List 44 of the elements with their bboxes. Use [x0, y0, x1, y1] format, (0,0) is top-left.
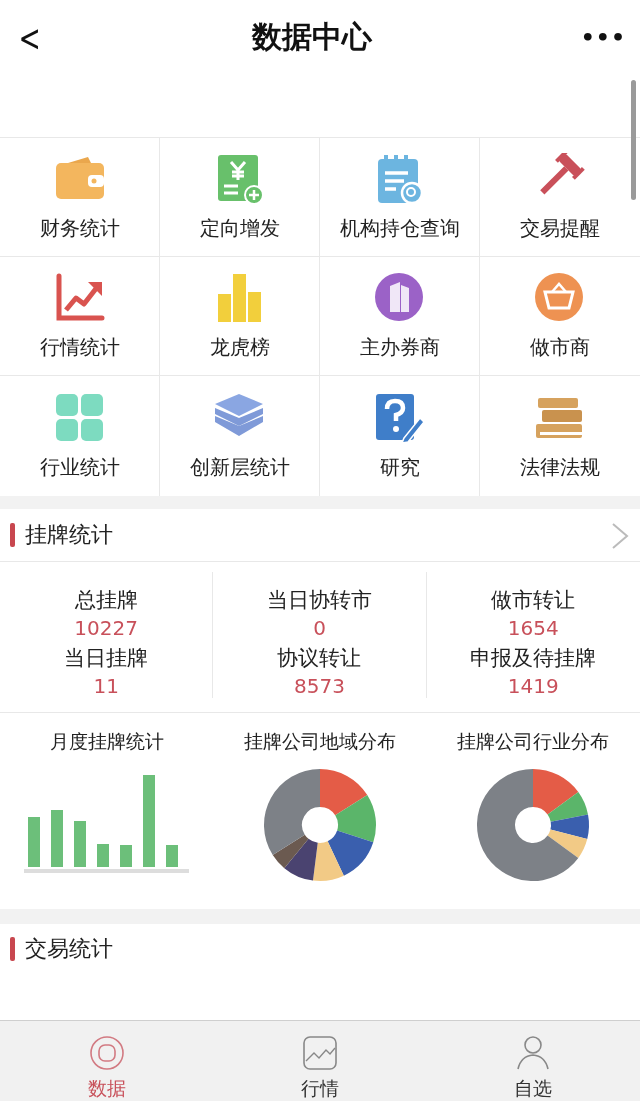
chart-bar: [27, 817, 40, 867]
donut-slice: [335, 795, 376, 843]
tab[interactable]: 数据: [0, 1021, 214, 1101]
chevron-right-icon[interactable]: [610, 522, 630, 550]
page-title: 数据中心: [252, 18, 373, 56]
building-icon: [373, 271, 426, 324]
chart-bar: [165, 845, 178, 867]
chart-bar: [119, 845, 132, 867]
stat-label: 做市转让: [491, 587, 576, 614]
basket-icon: [534, 271, 586, 324]
stat-value: 8573: [294, 674, 345, 698]
stat-label: 申报及待挂牌: [470, 645, 597, 672]
grid-icon: [53, 391, 106, 444]
section-title: 交易统计: [25, 935, 113, 963]
tab[interactable]: 自选: [426, 1021, 640, 1101]
chart-bar: [73, 821, 86, 867]
chart-title: 挂牌公司行业分布: [457, 729, 610, 754]
shortcut-item[interactable]: 财务统计: [0, 138, 160, 257]
stat-label: 协议转让: [277, 645, 362, 672]
stat-value: 0: [313, 616, 326, 640]
shortcut-item[interactable]: 龙虎榜: [160, 257, 320, 376]
tab[interactable]: 行情: [213, 1021, 427, 1101]
stat-label: 总挂牌: [74, 587, 138, 614]
stat-value: 1654: [507, 616, 559, 640]
question-document-icon: [373, 391, 426, 444]
section-marker: [10, 937, 15, 961]
stat-value: 11: [93, 674, 119, 698]
line-chart-icon: [300, 1033, 340, 1073]
shortcut-item[interactable]: 行情统计: [0, 257, 160, 376]
back-button[interactable]: <: [18, 15, 40, 60]
shortcut-item[interactable]: 主办券商: [320, 257, 480, 376]
section-marker: [10, 523, 15, 547]
stat-label: 当日挂牌: [64, 645, 149, 672]
stat-value: 10227: [74, 616, 138, 640]
section-title: 挂牌统计: [25, 521, 113, 549]
stat-label: 当日协转市: [267, 587, 372, 614]
stat-value: 1419: [507, 674, 559, 698]
shortcut-item[interactable]: 机构持仓查询: [320, 138, 480, 257]
chart-title: 挂牌公司地域分布: [244, 729, 396, 754]
chart-bar: [96, 844, 109, 867]
more-button[interactable]: •••: [580, 25, 626, 50]
chart-title: 月度挂牌统计: [49, 729, 164, 754]
chart-bar: [50, 810, 63, 867]
shortcut-item[interactable]: 定向增发: [160, 138, 320, 257]
